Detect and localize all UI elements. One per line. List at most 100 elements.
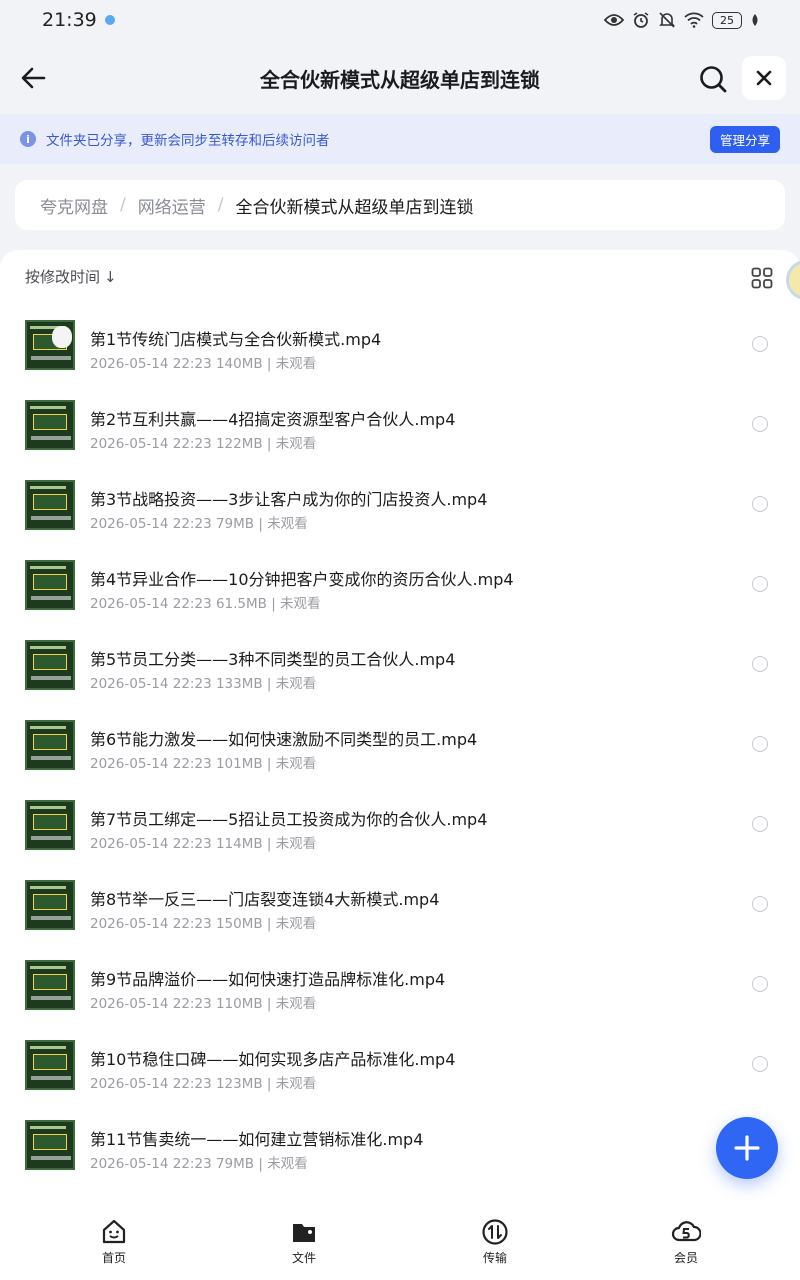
home-face-icon [102, 1219, 126, 1244]
file-name: 第11节售卖统一——如何建立营销标准化.mp4 [90, 1130, 424, 1149]
file-row[interactable]: 第3节战略投资——3步让客户成为你的门店投资人.mp4 2026-05-14 22… [0, 467, 800, 547]
file-row[interactable]: 第9节品牌溢价——如何快速打造品牌标准化.mp4 2026-05-14 22:23… [0, 947, 800, 1027]
file-row[interactable]: 第1节传统门店模式与全合伙新模式.mp4 2026-05-14 22:23 140… [0, 307, 800, 387]
page-title: 全合伙新模式从超级单店到连锁 [260, 68, 540, 92]
floating-assistant-icon[interactable] [786, 260, 800, 300]
status-time-wrap: 21:39 [42, 9, 115, 31]
thumbnail-board [33, 654, 67, 670]
video-thumbnail [25, 800, 75, 850]
thumbnail-band [30, 566, 66, 569]
nav-item-files[interactable]: 文件 [274, 1218, 334, 1266]
thumbnail-caption [31, 596, 71, 600]
manage-share-button[interactable]: 管理分享 [710, 126, 780, 153]
nav-label: 文件 [291, 1251, 316, 1265]
mute-bell-icon [659, 12, 675, 28]
thumbnail-board [33, 1134, 67, 1150]
nav-item-home[interactable]: 首页 [84, 1218, 144, 1266]
file-row[interactable]: 第6节能力激发——如何快速激励不同类型的员工.mp4 2026-05-14 22:… [0, 707, 800, 787]
file-row[interactable]: 第10节稳住口碑——如何实现多店产品标准化.mp4 2026-05-14 22:2… [0, 1027, 800, 1107]
video-thumbnail [25, 960, 75, 1010]
thumbnail-caption [31, 676, 71, 680]
file-row[interactable]: 第7节员工绑定——5招让员工投资成为你的合伙人.mp4 2026-05-14 22… [0, 787, 800, 867]
file-meta: 2026-05-14 22:23 123MB | 未观看 [90, 1076, 317, 1092]
nav-label: 传输 [482, 1251, 507, 1265]
file-meta: 2026-05-14 22:23 110MB | 未观看 [90, 996, 317, 1012]
thumbnail-band [30, 1126, 66, 1129]
select-checkbox[interactable] [752, 496, 768, 512]
sort-button[interactable]: 按修改时间 ↓ [25, 266, 117, 287]
vip-cloud-icon [671, 1221, 701, 1242]
eye-icon [604, 14, 624, 26]
bottom-navigation: 首页 文件 传输 会员 [0, 1210, 800, 1280]
info-icon: i [20, 131, 36, 147]
file-row[interactable]: 第5节员工分类——3种不同类型的员工合伙人.mp4 2026-05-14 22:2… [0, 627, 800, 707]
status-bar: 21:39 25 [0, 0, 800, 40]
video-thumbnail [25, 560, 75, 610]
thumbnail-caption [31, 356, 71, 360]
file-meta: 2026-05-14 22:23 79MB | 未观看 [90, 1156, 308, 1172]
add-button[interactable] [716, 1117, 778, 1179]
thumbnail-band [30, 646, 66, 649]
video-thumbnail [25, 480, 75, 530]
breadcrumb-separator: / [217, 195, 224, 215]
file-row[interactable]: 第4节异业合作——10分钟把客户变成你的资历合伙人.mp4 2026-05-14 … [0, 547, 800, 627]
thumbnail-band [30, 486, 66, 489]
file-name: 第10节稳住口碑——如何实现多店产品标准化.mp4 [90, 1050, 456, 1069]
nav-item-transfer[interactable]: 传输 [465, 1218, 525, 1266]
notification-dot-icon [104, 15, 115, 25]
breadcrumb-item-parent[interactable]: 网络运营 [138, 193, 206, 218]
grid-view-icon [751, 267, 773, 289]
thumbnail-face [52, 326, 72, 348]
file-name: 第8节举一反三——门店裂变连锁4大新模式.mp4 [90, 890, 440, 909]
alarm-icon [633, 12, 649, 28]
share-notice-banner: i 文件夹已分享，更新会同步至转存和后续访问者 管理分享 [0, 114, 800, 164]
thumbnail-board [33, 974, 67, 990]
select-checkbox[interactable] [752, 336, 768, 352]
breadcrumb-item-root[interactable]: 夸克网盘 [40, 193, 108, 218]
video-thumbnail [25, 640, 75, 690]
select-checkbox[interactable] [752, 416, 768, 432]
file-name: 第5节员工分类——3种不同类型的员工合伙人.mp4 [90, 650, 456, 669]
sort-label: 按修改时间 [25, 268, 101, 286]
grid-view-button[interactable] [751, 267, 773, 289]
video-thumbnail [25, 880, 75, 930]
thumbnail-band [30, 966, 66, 969]
select-checkbox[interactable] [752, 816, 768, 832]
thumbnail-caption [31, 1076, 71, 1080]
video-thumbnail [25, 400, 75, 450]
file-meta: 2026-05-14 22:23 101MB | 未观看 [90, 756, 317, 772]
sort-arrow-icon: ↓ [104, 267, 117, 286]
file-meta: 2026-05-14 22:23 150MB | 未观看 [90, 916, 317, 932]
thumbnail-caption [31, 836, 71, 840]
search-button[interactable] [696, 62, 730, 96]
file-meta: 2026-05-14 22:23 79MB | 未观看 [90, 516, 308, 532]
file-row[interactable]: 第2节互利共赢——4招搞定资源型客户合伙人.mp4 2026-05-14 22:2… [0, 387, 800, 467]
thumbnail-caption [31, 996, 71, 1000]
select-checkbox[interactable] [752, 576, 768, 592]
file-name: 第3节战略投资——3步让客户成为你的门店投资人.mp4 [90, 490, 488, 509]
file-row[interactable]: 第8节举一反三——门店裂变连锁4大新模式.mp4 2026-05-14 22:23… [0, 867, 800, 947]
file-list: 第1节传统门店模式与全合伙新模式.mp4 2026-05-14 22:23 140… [0, 307, 800, 1187]
thumbnail-board [33, 414, 67, 430]
file-list-panel: 按修改时间 ↓ 第1节传统门店模式与全合伙新模式.mp4 2026-05-14 2… [0, 250, 800, 1210]
thumbnail-board [33, 574, 67, 590]
file-meta: 2026-05-14 22:23 122MB | 未观看 [90, 436, 317, 452]
file-row[interactable]: 第11节售卖统一——如何建立营销标准化.mp4 2026-05-14 22:23 … [0, 1107, 800, 1187]
wifi-icon [684, 12, 704, 28]
video-thumbnail [25, 720, 75, 770]
select-checkbox[interactable] [752, 736, 768, 752]
thumbnail-caption [31, 516, 71, 520]
file-name: 第9节品牌溢价——如何快速打造品牌标准化.mp4 [90, 970, 446, 989]
select-checkbox[interactable] [752, 976, 768, 992]
file-name: 第7节员工绑定——5招让员工投资成为你的合伙人.mp4 [90, 810, 488, 829]
select-checkbox[interactable] [752, 656, 768, 672]
select-checkbox[interactable] [752, 1056, 768, 1072]
thumbnail-board [33, 814, 67, 830]
file-meta: 2026-05-14 22:23 114MB | 未观看 [90, 836, 317, 852]
select-checkbox[interactable] [752, 896, 768, 912]
nav-item-vip[interactable]: 会员 [656, 1218, 716, 1266]
nav-label: 首页 [101, 1251, 126, 1265]
close-button[interactable] [742, 56, 786, 100]
top-app-bar: 全合伙新模式从超级单店到连锁 [0, 40, 800, 114]
thumbnail-caption [31, 436, 71, 440]
